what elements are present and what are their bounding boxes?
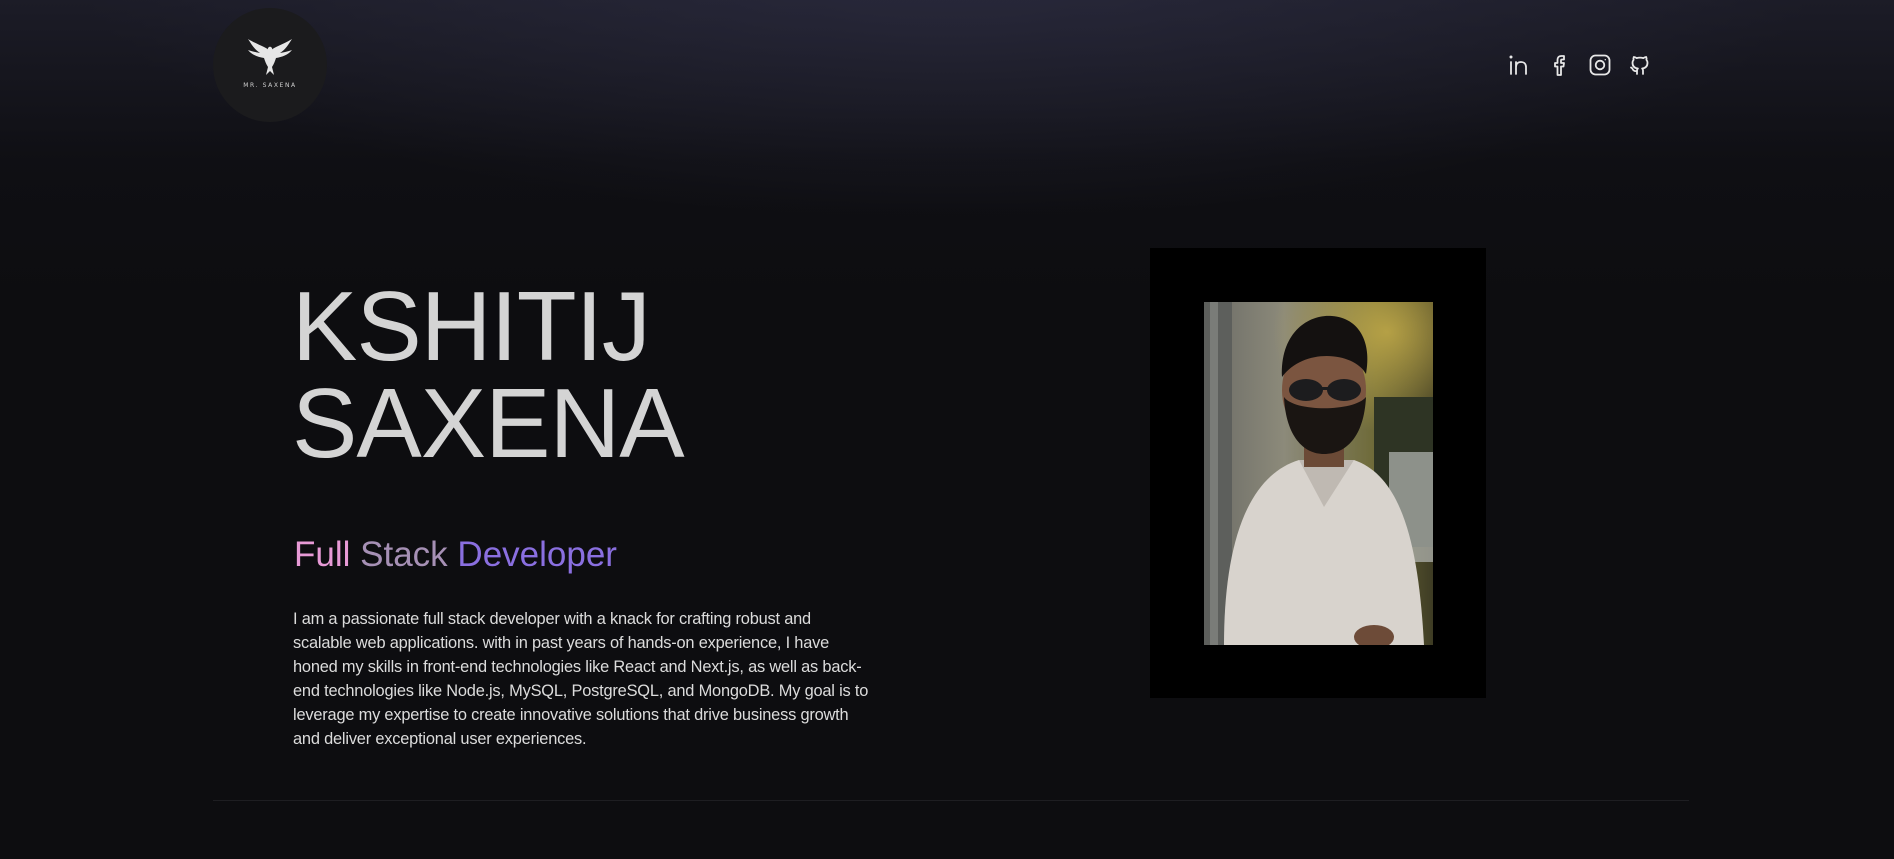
linkedin-icon bbox=[1509, 55, 1527, 75]
instagram-link[interactable] bbox=[1588, 52, 1612, 78]
github-icon bbox=[1630, 56, 1649, 75]
role-word-2: Stack bbox=[360, 535, 448, 574]
logo-text: MR. SAXENA bbox=[243, 82, 297, 89]
phoenix-icon bbox=[248, 39, 292, 75]
facebook-icon bbox=[1554, 55, 1565, 76]
first-name: KSHITIJ bbox=[292, 271, 651, 381]
linkedin-link[interactable] bbox=[1508, 52, 1532, 78]
site-logo[interactable]: MR. SAXENA bbox=[213, 8, 327, 122]
role-word-3: Developer bbox=[457, 535, 617, 574]
profile-photo-image bbox=[1204, 302, 1433, 645]
bio-text: I am a passionate full stack developer w… bbox=[293, 610, 869, 748]
github-link[interactable] bbox=[1628, 52, 1652, 78]
social-links bbox=[1508, 52, 1652, 78]
profile-photo-frame bbox=[1150, 248, 1486, 698]
facebook-link[interactable] bbox=[1548, 52, 1572, 78]
section-divider bbox=[213, 800, 1689, 801]
hero-name: KSHITIJ SAXENA bbox=[292, 271, 685, 478]
last-name: SAXENA bbox=[292, 368, 685, 478]
instagram-icon bbox=[1589, 54, 1611, 76]
role-title: Full Stack Developer bbox=[294, 533, 617, 577]
profile-photo bbox=[1204, 302, 1433, 645]
background-glow bbox=[0, 0, 1894, 859]
role-word-1: Full bbox=[294, 535, 351, 574]
